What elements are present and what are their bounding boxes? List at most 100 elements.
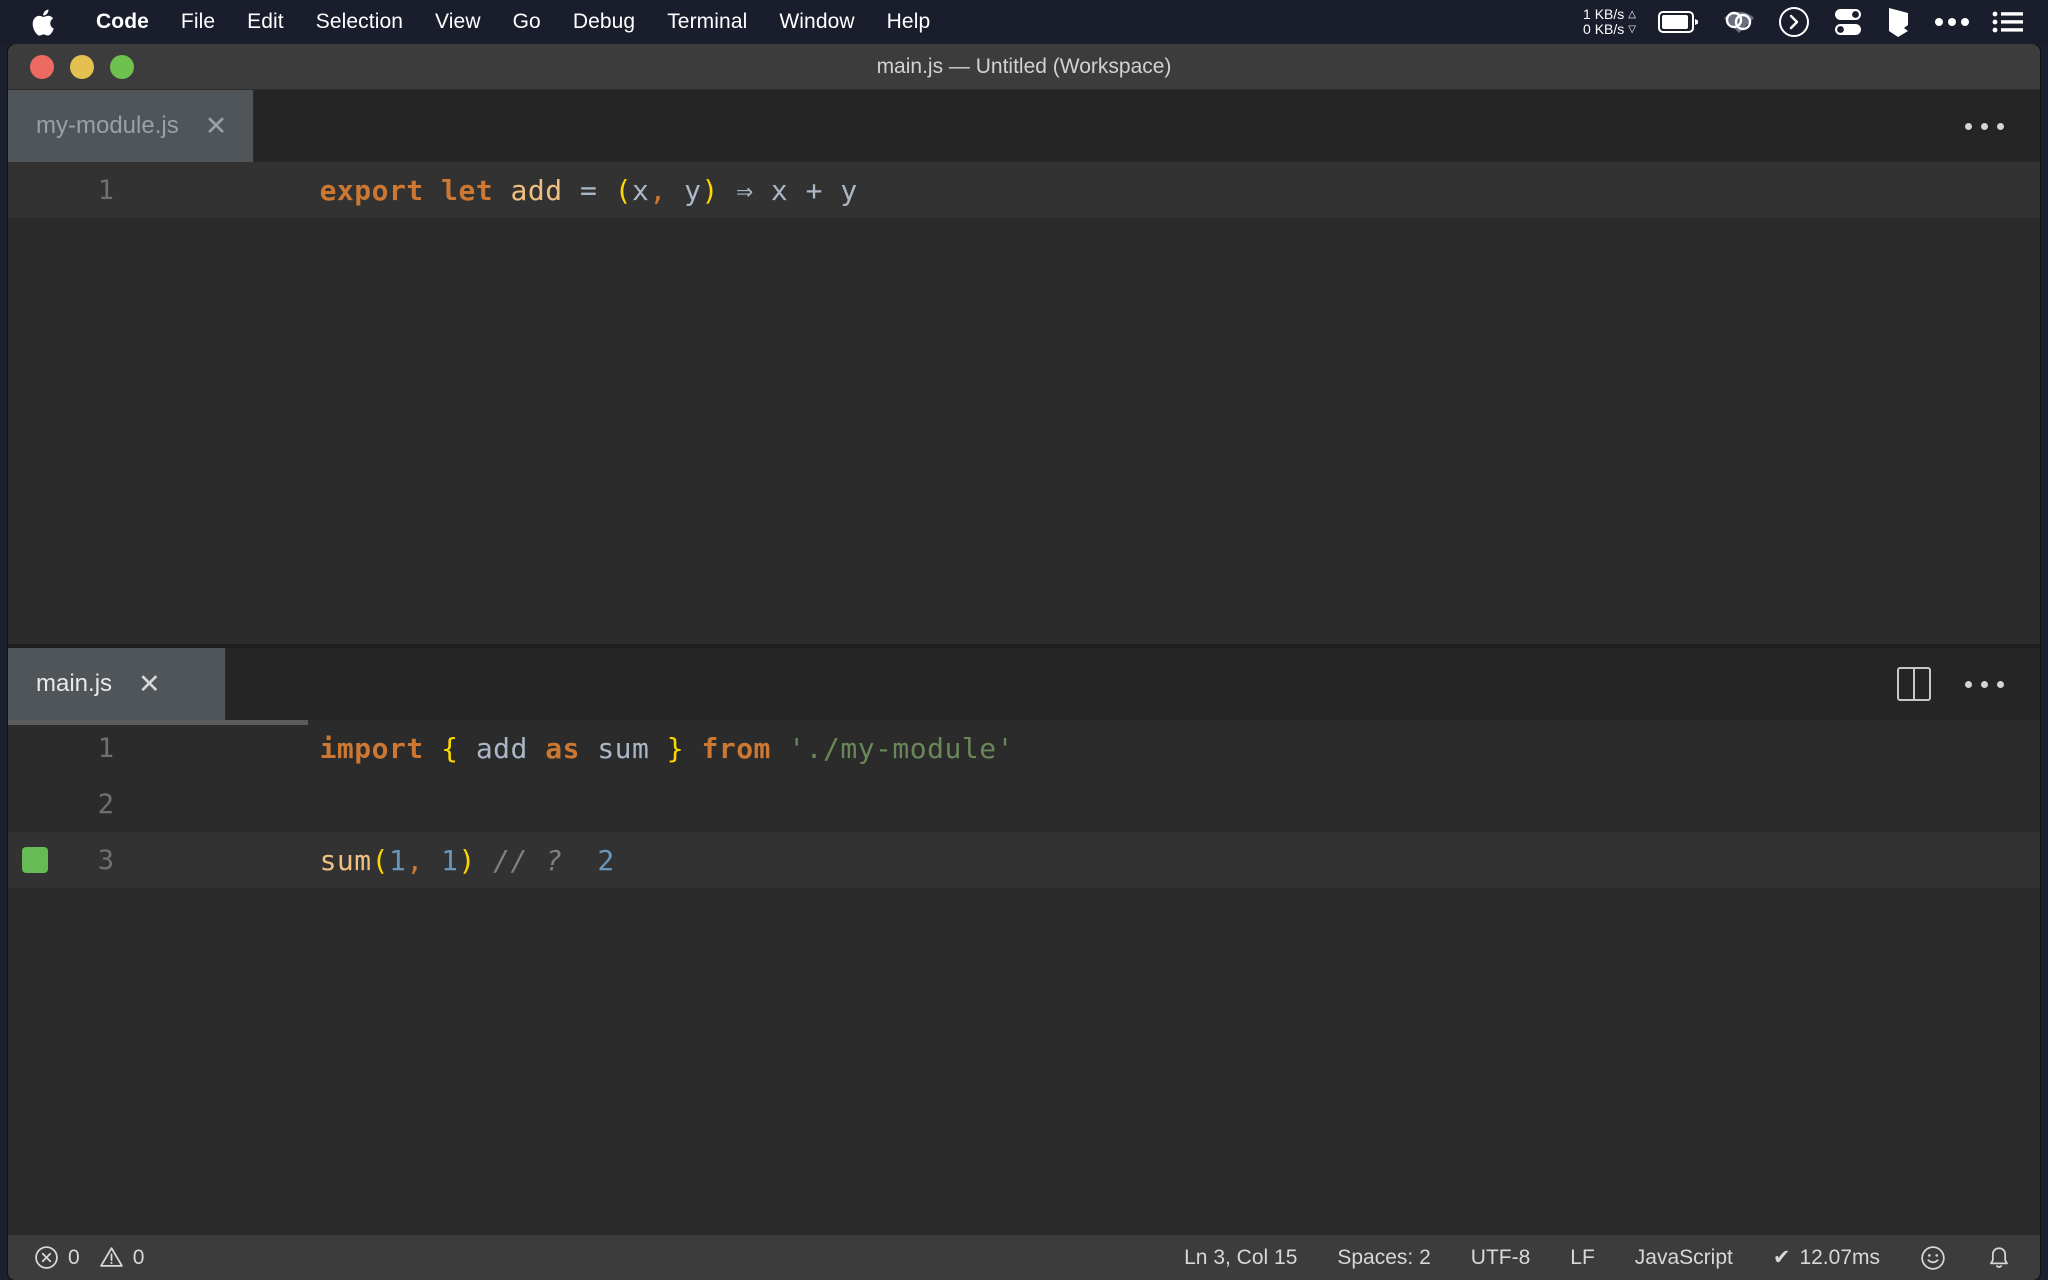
warning-count: 0: [132, 1245, 145, 1269]
token-identifier: sum: [597, 731, 650, 765]
menu-item-view[interactable]: View: [419, 10, 497, 34]
list-icon[interactable]: [1992, 10, 2024, 34]
token-bracket: ): [701, 173, 719, 207]
token-keyword: import: [319, 731, 424, 765]
menu-item-terminal[interactable]: Terminal: [651, 10, 763, 34]
token-number: 1: [389, 843, 407, 877]
token-param: y: [666, 173, 702, 207]
code-surface-top[interactable]: 1 export let add = (x, y) ⇒ x + y: [8, 162, 2040, 648]
network-download-speed: 0 KB/s: [1583, 21, 1625, 37]
menu-item-selection[interactable]: Selection: [300, 10, 419, 34]
editor-group-bottom: main.js ✕ 1 import { add as sum } from '…: [8, 648, 2040, 1235]
problems-indicator[interactable]: 0 0: [34, 1245, 164, 1270]
code-surface-bottom[interactable]: 1 import { add as sum } from './my-modul…: [8, 720, 2040, 1235]
indentation-setting[interactable]: Spaces: 2: [1317, 1246, 1450, 1270]
inline-result-value: 2: [597, 843, 615, 877]
line-number: 1: [97, 732, 114, 764]
clock-chevron-icon[interactable]: [1778, 6, 1810, 38]
battery-icon[interactable]: [1658, 11, 1700, 33]
gutter: 1: [8, 175, 146, 206]
token-arrow: ⇒: [718, 173, 771, 207]
line-number: 2: [97, 788, 114, 820]
language-mode[interactable]: JavaScript: [1615, 1246, 1753, 1270]
execution-timing[interactable]: ✔ 12.07ms: [1753, 1245, 1900, 1270]
menu-item-go[interactable]: Go: [497, 10, 557, 34]
breakpoint-indicator-icon[interactable]: [22, 847, 48, 873]
code-line[interactable]: 1 export let add = (x, y) ⇒ x + y: [8, 162, 2040, 218]
feedback-button[interactable]: [1900, 1245, 1966, 1271]
token-identifier: add: [475, 731, 528, 765]
download-arrow-icon: ▽: [1628, 23, 1636, 35]
token-function: sum: [319, 843, 372, 877]
more-actions-icon[interactable]: [1965, 122, 2004, 130]
minimize-button[interactable]: [70, 54, 94, 79]
warning-icon: [99, 1245, 124, 1270]
line-number: 1: [97, 174, 114, 206]
token-keyword: as: [545, 731, 580, 765]
code-line[interactable]: 1 import { add as sum } from './my-modul…: [8, 720, 2040, 776]
token-operator: =: [562, 173, 615, 207]
token-bracket: (: [371, 843, 390, 877]
tab-close-icon[interactable]: ✕: [205, 112, 228, 140]
toggles-icon[interactable]: [1832, 6, 1864, 38]
token-bracket: ): [458, 843, 476, 877]
close-button[interactable]: [30, 54, 54, 79]
token-bracket: (: [614, 173, 633, 207]
token-comment: // ?: [493, 843, 563, 877]
eol-setting[interactable]: LF: [1550, 1246, 1615, 1270]
token-param: x: [632, 173, 650, 207]
gutter: 3: [8, 845, 146, 876]
network-speed-indicator[interactable]: 1 KB/s △ 0 KB/s ▽: [1583, 7, 1636, 37]
notifications-button[interactable]: [1966, 1245, 2012, 1271]
menu-item-file[interactable]: File: [165, 10, 231, 34]
timing-value: 12.07ms: [1799, 1245, 1880, 1269]
line-number: 3: [97, 844, 114, 876]
window-titlebar: main.js — Untitled (Workspace): [8, 44, 2040, 90]
network-upload-speed: 1 KB/s: [1583, 6, 1625, 22]
editor-group-top: my-module.js ✕ 1 export let add = (x, y)…: [8, 90, 2040, 648]
more-actions-icon[interactable]: [1965, 680, 2004, 688]
token-comma: ,: [406, 843, 424, 877]
tab-label: main.js: [36, 670, 113, 697]
split-editor-icon[interactable]: [1897, 667, 1931, 701]
token-bracket: }: [666, 731, 685, 765]
bookmark-icon[interactable]: [1886, 6, 1912, 38]
menu-item-edit[interactable]: Edit: [231, 10, 300, 34]
ellipsis-icon[interactable]: [1934, 16, 1970, 28]
window-traffic-lights: [30, 54, 134, 79]
menu-item-code[interactable]: Code: [80, 10, 165, 34]
status-bar-left: 0 0: [34, 1245, 164, 1270]
zoom-button[interactable]: [110, 54, 134, 79]
macos-menu-bar: Code File Edit Selection View Go Debug T…: [0, 0, 2048, 44]
window-title: main.js — Untitled (Workspace): [876, 54, 1172, 78]
token-string: './my-module': [788, 731, 1014, 765]
menu-item-help[interactable]: Help: [871, 10, 947, 34]
code-line[interactable]: 3 sum(1, 1) // ? 2: [8, 832, 2040, 888]
apple-logo-icon[interactable]: [30, 6, 56, 38]
token-bracket: {: [441, 731, 459, 765]
vscode-window: main.js — Untitled (Workspace) my-module…: [8, 44, 2040, 1280]
code-text: sum(1, 1) // ? 2: [146, 811, 615, 910]
tab-close-icon[interactable]: ✕: [138, 670, 161, 698]
menu-item-window[interactable]: Window: [763, 10, 870, 34]
error-icon: [34, 1245, 59, 1270]
token-identifier: add: [510, 173, 563, 207]
encoding-setting[interactable]: UTF-8: [1451, 1246, 1551, 1270]
status-bar: 0 0 Ln 3, Col 15 Spaces: 2 UTF-8 LF Java…: [8, 1235, 2040, 1280]
gutter: 2: [8, 789, 146, 820]
cursor-position[interactable]: Ln 3, Col 15: [1164, 1246, 1317, 1270]
wifi-icon[interactable]: [1722, 9, 1756, 35]
menu-item-debug[interactable]: Debug: [557, 10, 651, 34]
code-text: export let add = (x, y) ⇒ x + y: [146, 141, 858, 240]
